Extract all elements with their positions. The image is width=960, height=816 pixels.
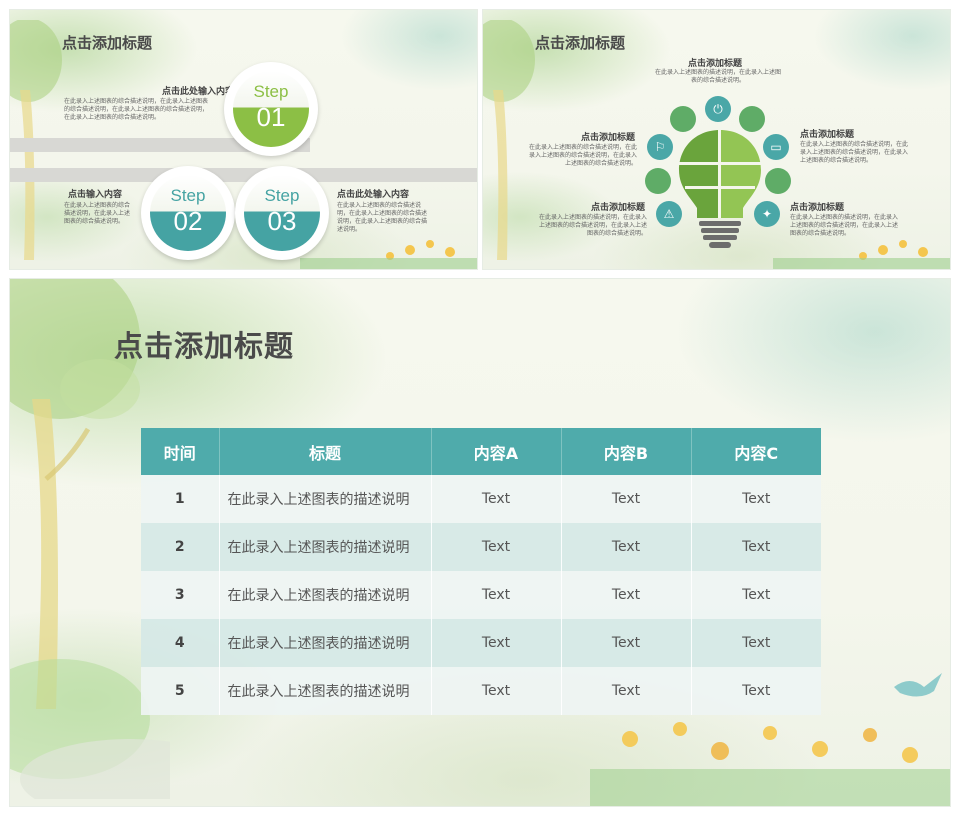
table-cell[interactable]: 在此录入上述图表的描述说明 (219, 475, 432, 523)
block-text-2: 在此录入上述图表的综合描述说明，在此录入上述图表的综合描述说明。 (64, 202, 131, 225)
slide-thumbnail-steps[interactable]: 点击添加标题 点击此处输入内容 在此录入上述图表的综合描述说明，在此录入上述图表… (9, 9, 478, 270)
warning-dot[interactable]: ⚠ (656, 201, 682, 227)
header-cell-title[interactable]: 标题 (219, 428, 432, 475)
megaphone-icon: ✦ (761, 207, 773, 221)
table-cell[interactable]: Text (561, 571, 692, 619)
step-02-badge[interactable]: Step 02 (141, 166, 235, 260)
power-icon: ⏻ (713, 102, 723, 116)
block-text-right-2: 在此录入上述图表的描述说明，在此录入上述图表的综合描述说明，在此录入上述图表的综… (790, 214, 899, 237)
block-heading-left-1: 点击添加标题 (580, 133, 635, 143)
step-number: 03 (267, 206, 297, 236)
table-cell[interactable]: Text (561, 475, 692, 523)
block-text-top: 在此录入上述图表的描述说明，在此录入上述图表的综合描述说明。 (655, 69, 782, 84)
table-cell[interactable]: 3 (141, 571, 220, 619)
dot-mid-left (645, 168, 671, 194)
table-cell[interactable]: Text (431, 619, 562, 667)
table-cell[interactable]: Text (431, 523, 562, 571)
step-word: Step (253, 82, 289, 101)
block-text-left-2: 在此录入上述图表的描述说明，在此录入上述图表的综合描述说明，在此录入上述图表的综… (538, 214, 647, 237)
table-cell[interactable]: Text (431, 475, 562, 523)
table-row: 3 在此录入上述图表的描述说明 Text Text Text (141, 571, 821, 619)
megaphone-dot[interactable]: ✦ (754, 201, 780, 227)
header-cell-content-a[interactable]: 内容A (431, 428, 562, 475)
slide-title: 点击添加标题 (535, 34, 626, 52)
table-cell[interactable]: Text (561, 619, 692, 667)
table-row: 4 在此录入上述图表的描述说明 Text Text Text (141, 619, 821, 667)
table-cell[interactable]: Text (561, 523, 692, 571)
table-cell[interactable]: 在此录入上述图表的描述说明 (219, 571, 432, 619)
table-cell[interactable]: Text (691, 667, 821, 715)
block-text-3: 在此录入上述图表的综合描述说明，在此录入上述图表的综合描述说明，在此录入上述图表… (337, 202, 428, 233)
header-cell-content-b[interactable]: 内容B (561, 428, 692, 475)
block-heading-top: 点击添加标题 (688, 59, 743, 69)
table-row: 2 在此录入上述图表的描述说明 Text Text Text (141, 523, 821, 571)
step-03-badge[interactable]: Step 03 (235, 166, 329, 260)
table-cell[interactable]: Text (691, 475, 821, 523)
table-cell[interactable]: 在此录入上述图表的描述说明 (219, 619, 432, 667)
table-row: 1 在此录入上述图表的描述说明 Text Text Text (141, 475, 821, 523)
block-heading-right-2: 点击添加标题 (790, 203, 845, 213)
dot-mid-right (765, 168, 791, 194)
block-heading-3: 点击此处输入内容 (337, 190, 410, 200)
table-cell[interactable]: 5 (141, 667, 220, 715)
table-cell[interactable]: 4 (141, 619, 220, 667)
gray-band-bottom (10, 168, 477, 182)
step-number: 01 (256, 102, 286, 132)
table-cell[interactable]: 2 (141, 523, 220, 571)
table-header-row: 时间 标题 内容A 内容B 内容C (141, 428, 821, 475)
bird-icon (894, 673, 942, 697)
table-cell[interactable]: Text (691, 571, 821, 619)
block-heading-right-1: 点击添加标题 (800, 130, 855, 140)
flowers-illustration (590, 722, 950, 806)
header-cell-content-c[interactable]: 内容C (691, 428, 821, 475)
block-text-left-1: 在此录入上述图表的综合描述说明，在此录入上述图表的综合描述说明，在此录入上述图表… (528, 144, 637, 167)
table-cell[interactable]: 在此录入上述图表的描述说明 (219, 523, 432, 571)
slide-title: 点击添加标题 (114, 329, 295, 363)
step-word: Step (170, 186, 206, 205)
power-dot[interactable]: ⏻ (705, 96, 731, 122)
slide-title: 点击添加标题 (62, 34, 153, 52)
data-table: 时间 标题 内容A 内容B 内容C 1 在此录入上述图表的描述说明 Text T… (141, 428, 821, 715)
block-text-1: 在此录入上述图表的综合描述说明，在此录入上述图表的综合描述说明，在此录入上述图表… (64, 98, 209, 121)
table-cell[interactable]: Text (561, 667, 692, 715)
signpost-icon: ⚐ (654, 140, 666, 154)
dot-upper-left (670, 106, 696, 132)
table-cell[interactable]: 在此录入上述图表的描述说明 (219, 667, 432, 715)
table-cell[interactable]: Text (691, 619, 821, 667)
table-cell[interactable]: Text (431, 667, 562, 715)
slide-thumbnail-bulb[interactable]: 点击添加标题 点击添加标题 在此录入上述图表的描述说明，在此录入上述图表的综合描… (482, 9, 951, 270)
table-cell[interactable]: Text (691, 523, 821, 571)
lightbulb-graphic (679, 130, 761, 248)
block-text-right-1: 在此录入上述图表的综合描述说明，在此录入上述图表的综合描述说明，在此录入上述图表… (800, 141, 909, 164)
header-cell-time[interactable]: 时间 (141, 428, 220, 475)
block-heading-left-2: 点击添加标题 (590, 203, 645, 213)
table-row: 5 在此录入上述图表的描述说明 Text Text Text (141, 667, 821, 715)
battery-icon: ▭ (770, 140, 782, 154)
warning-icon: ⚠ (663, 207, 675, 221)
step-word: Step (264, 186, 300, 205)
battery-dot[interactable]: ▭ (763, 134, 789, 160)
dot-upper-right (739, 106, 765, 132)
step-01-badge[interactable]: Step 01 (224, 62, 318, 156)
step-number: 02 (173, 206, 203, 236)
slide-main-table[interactable]: 点击添加标题 时间 标题 内容A 内容B 内容C 1 在此录入上述图表的描述说明… (9, 278, 951, 807)
table-cell[interactable]: 1 (141, 475, 220, 523)
signpost-dot[interactable]: ⚐ (647, 134, 673, 160)
block-heading-2: 点击输入内容 (68, 190, 123, 200)
table-cell[interactable]: Text (431, 571, 562, 619)
